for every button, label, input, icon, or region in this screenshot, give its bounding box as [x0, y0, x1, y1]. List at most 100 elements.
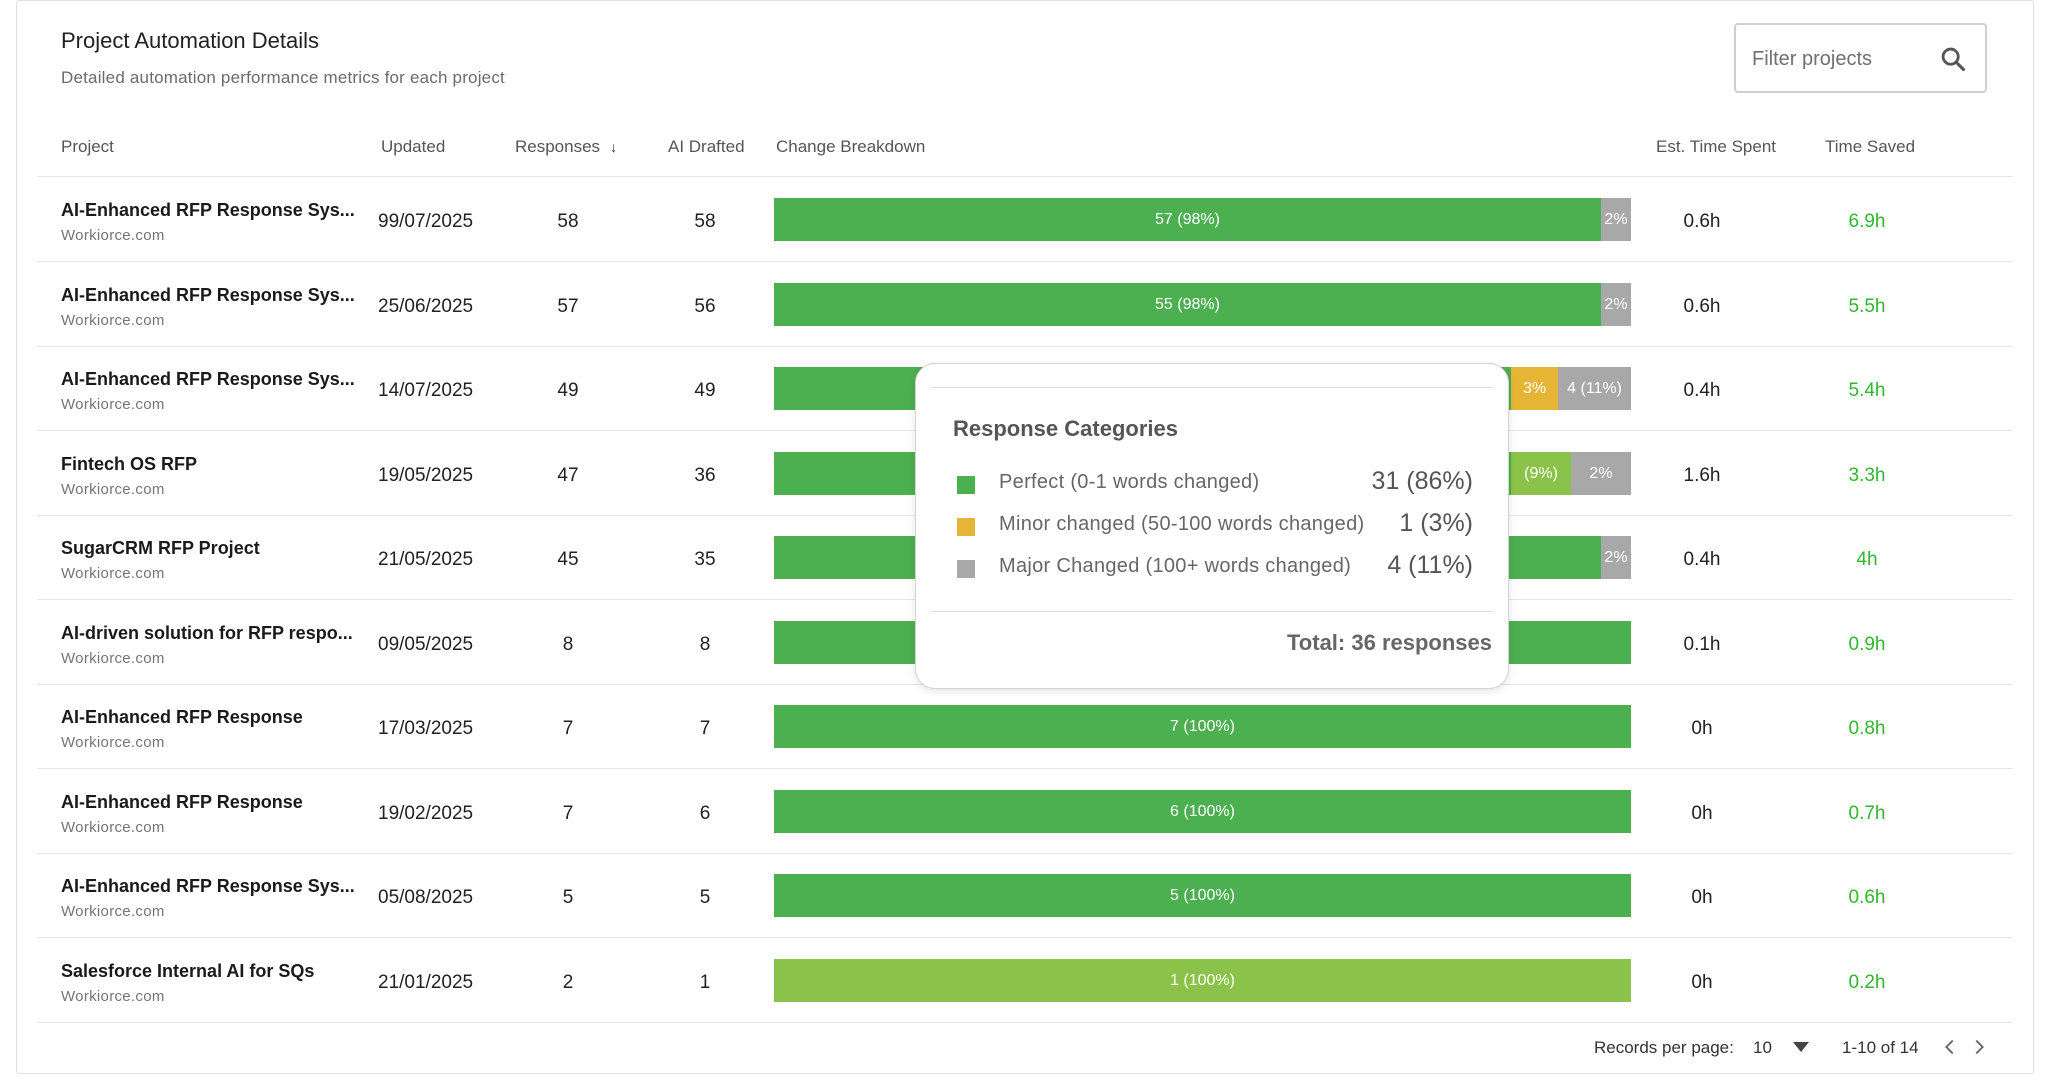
table-row[interactable]: AI-Enhanced RFP Response Sys... Workiorce… — [37, 177, 2013, 261]
updated-date: 21/01/2025 — [378, 972, 474, 993]
perfect-swatch — [957, 476, 975, 494]
change-breakdown-bar[interactable]: 6 (100%) — [774, 790, 1631, 833]
time-saved: 0.7h — [1848, 803, 1886, 824]
est-time-spent: 0h — [1691, 718, 1713, 739]
project-domain: Workiorce.com — [61, 312, 165, 329]
updated-date: 17/03/2025 — [378, 718, 474, 739]
breakdown-segment-yellow[interactable]: 3% — [1511, 367, 1559, 410]
page-subtitle: Detailed automation performance metrics … — [61, 68, 505, 87]
column-header-time-saved[interactable]: Time Saved — [1825, 137, 1915, 157]
est-time-spent: 0.6h — [1683, 296, 1721, 317]
records-per-page-label: Records per page: — [1594, 1038, 1734, 1057]
caret-down-icon[interactable] — [1793, 1042, 1809, 1052]
tooltip-item: Perfect (0-1 words changed) 31 (86%) — [953, 465, 1473, 505]
breakdown-segment-green[interactable]: 7 (100%) — [774, 705, 1631, 748]
updated-date: 99/07/2025 — [378, 211, 474, 232]
change-breakdown-bar[interactable]: 1 (100%) — [774, 959, 1631, 1002]
est-time-spent: 0.6h — [1683, 211, 1721, 232]
project-domain: Workiorce.com — [61, 481, 165, 498]
ai-drafted-count: 35 — [694, 549, 716, 570]
est-time-spent: 0.4h — [1683, 380, 1721, 401]
responses-count: 45 — [557, 549, 579, 570]
updated-date: 05/08/2025 — [378, 887, 474, 908]
breakdown-segment-green[interactable]: 6 (100%) — [774, 790, 1631, 833]
project-name[interactable]: Fintech OS RFP — [61, 454, 197, 475]
pagination-range: 1-10 of 14 — [1842, 1038, 1919, 1057]
tooltip-title: Response Categories — [953, 416, 1178, 441]
time-saved: 6.9h — [1848, 211, 1886, 232]
chevron-left-icon[interactable] — [1939, 1036, 1961, 1058]
responses-count: 57 — [557, 296, 579, 317]
table-row[interactable]: AI-Enhanced RFP Response Sys... Workiorce… — [37, 262, 2013, 346]
column-header-project[interactable]: Project — [61, 137, 114, 157]
breakdown-segment-green[interactable]: 55 (98%) — [774, 283, 1601, 326]
column-header-updated[interactable]: Updated — [381, 137, 445, 157]
updated-date: 21/05/2025 — [378, 549, 474, 570]
breakdown-segment-lime[interactable]: 1 (100%) — [774, 959, 1631, 1002]
column-header-ai-drafted[interactable]: AI Drafted — [668, 137, 745, 157]
updated-date: 25/06/2025 — [378, 296, 474, 317]
project-domain: Workiorce.com — [61, 396, 165, 413]
project-domain: Workiorce.com — [61, 650, 165, 667]
breakdown-segment-grey[interactable]: 2% — [1601, 198, 1631, 241]
change-breakdown-bar[interactable]: 57 (98%) 2% — [774, 198, 1631, 241]
tooltip-item: Minor changed (50-100 words changed) 1 (… — [953, 507, 1473, 547]
sort-descending-icon[interactable]: ↓ — [610, 139, 617, 155]
table-row[interactable]: Salesforce Internal AI for SQs Workiorce.… — [37, 938, 2013, 1022]
table-row[interactable]: AI-Enhanced RFP Response Workiorce.com 19/… — [37, 769, 2013, 853]
breakdown-segment-green[interactable]: 57 (98%) — [774, 198, 1601, 241]
responses-count: 58 — [557, 211, 579, 232]
row-divider — [37, 1022, 2013, 1023]
updated-date: 09/05/2025 — [378, 634, 474, 655]
project-name[interactable]: AI-Enhanced RFP Response Sys... — [61, 285, 355, 306]
project-name[interactable]: Salesforce Internal AI for SQs — [61, 961, 314, 982]
change-breakdown-bar[interactable]: 7 (100%) — [774, 705, 1631, 748]
tooltip-bottom-divider — [930, 611, 1494, 612]
project-name[interactable]: AI-driven solution for RFP respo... — [61, 623, 353, 644]
project-name[interactable]: AI-Enhanced RFP Response Sys... — [61, 876, 355, 897]
breakdown-segment-green[interactable]: 5 (100%) — [774, 874, 1631, 917]
change-breakdown-bar[interactable]: 55 (98%) 2% — [774, 283, 1631, 326]
table-row[interactable]: AI-Enhanced RFP Response Sys... Workiorce… — [37, 853, 2013, 937]
major-swatch — [957, 560, 975, 578]
table-row[interactable]: AI-Enhanced RFP Response Workiorce.com 17/… — [37, 684, 2013, 768]
project-name[interactable]: AI-Enhanced RFP Response Sys... — [61, 369, 355, 390]
updated-date: 19/02/2025 — [378, 803, 474, 824]
responses-count: 7 — [562, 718, 574, 739]
records-per-page-select[interactable]: 10 — [1753, 1038, 1772, 1058]
search-icon[interactable] — [1939, 45, 1967, 73]
tooltip-top-divider — [930, 387, 1494, 388]
filter-projects-input[interactable] — [1750, 25, 1934, 93]
column-header-est-time[interactable]: Est. Time Spent — [1656, 137, 1776, 157]
project-name[interactable]: SugarCRM RFP Project — [61, 538, 260, 559]
breakdown-segment-grey[interactable]: 4 (11%) — [1558, 367, 1631, 410]
change-breakdown-bar[interactable]: 5 (100%) — [774, 874, 1631, 917]
est-time-spent: 1.6h — [1683, 465, 1721, 486]
breakdown-segment-grey[interactable]: 2% — [1571, 452, 1631, 495]
project-name[interactable]: AI-Enhanced RFP Response — [61, 707, 303, 728]
project-domain: Workiorce.com — [61, 819, 165, 836]
project-name[interactable]: AI-Enhanced RFP Response — [61, 792, 303, 813]
breakdown-segment-grey[interactable]: 2% — [1601, 536, 1631, 579]
time-saved: 0.6h — [1848, 887, 1886, 908]
chevron-right-icon[interactable] — [1968, 1036, 1990, 1058]
project-domain: Workiorce.com — [61, 903, 165, 920]
project-domain: Workiorce.com — [61, 227, 165, 244]
tooltip-item: Major Changed (100+ words changed) 4 (11… — [953, 549, 1473, 589]
ai-drafted-count: 36 — [694, 465, 716, 486]
project-domain: Workiorce.com — [61, 565, 165, 582]
minor-swatch — [957, 518, 975, 536]
breakdown-segment-lime[interactable]: (9%) — [1511, 452, 1571, 495]
ai-drafted-count: 56 — [694, 296, 716, 317]
time-saved: 0.8h — [1848, 718, 1886, 739]
column-header-responses[interactable]: Responses ↓ — [515, 137, 617, 157]
page-title: Project Automation Details — [61, 28, 320, 53]
project-name[interactable]: AI-Enhanced RFP Response Sys... — [61, 200, 355, 221]
ai-drafted-count: 58 — [694, 211, 716, 232]
ai-drafted-count: 5 — [699, 887, 711, 908]
breakdown-segment-grey[interactable]: 2% — [1601, 283, 1631, 326]
ai-drafted-count: 8 — [699, 634, 711, 655]
filter-projects-field[interactable] — [1734, 23, 1987, 93]
ai-drafted-count: 1 — [699, 972, 711, 993]
column-header-change-breakdown[interactable]: Change Breakdown — [776, 137, 925, 157]
